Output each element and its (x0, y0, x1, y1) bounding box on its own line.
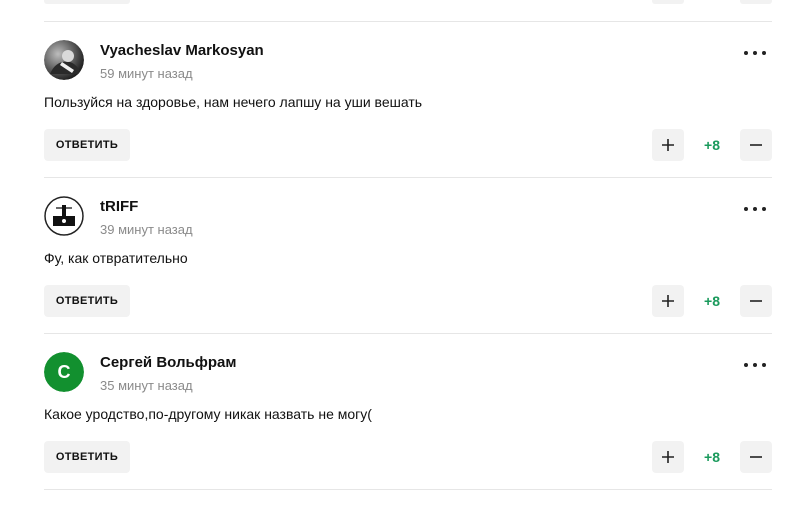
previous-reply-button[interactable] (44, 0, 130, 4)
avatar-letter: С (44, 352, 84, 392)
comment-text: Пользуйся на здоровье, нам нечего лапшу … (44, 94, 423, 110)
more-dots-icon[interactable] (744, 48, 766, 58)
minus-icon (750, 300, 762, 302)
comment-divider (44, 489, 772, 490)
plus-icon (662, 139, 674, 151)
minus-icon (750, 456, 762, 458)
comment-item: С Сергей Вольфрам 35 минут назад Какое у… (44, 334, 772, 489)
reply-button[interactable]: ОТВЕТИТЬ (44, 285, 130, 317)
avatar[interactable] (44, 40, 84, 80)
vote-minus-button[interactable] (740, 441, 772, 473)
minus-icon (750, 144, 762, 146)
avatar[interactable] (44, 196, 84, 236)
vote-score: +8 (704, 293, 720, 309)
comment-text: Какое уродство,по-другому никак назвать … (44, 406, 372, 422)
reply-button[interactable]: ОТВЕТИТЬ (44, 441, 130, 473)
comment-author[interactable]: tRIFF (100, 198, 138, 215)
plus-icon (662, 451, 674, 463)
comment-time: 59 минут назад (100, 66, 193, 81)
previous-comment-controls (44, 0, 772, 22)
vote-plus-button[interactable] (652, 441, 684, 473)
previous-vote-plus-button[interactable] (652, 0, 684, 4)
previous-vote-minus-button[interactable] (740, 0, 772, 4)
vote-minus-button[interactable] (740, 285, 772, 317)
comment-item: tRIFF 39 минут назад Фу, как отвратитель… (44, 178, 772, 333)
vote-plus-button[interactable] (652, 285, 684, 317)
vote-plus-button[interactable] (652, 129, 684, 161)
logo-avatar-icon (44, 196, 84, 236)
comment-time: 35 минут назад (100, 378, 193, 393)
comment-item: Vyacheslav Markosyan 59 минут назад Поль… (44, 22, 772, 177)
comment-author[interactable]: Сергей Вольфрам (100, 354, 236, 371)
comment-text: Фу, как отвратительно (44, 250, 188, 266)
vote-score: +8 (704, 137, 720, 153)
avatar[interactable]: С (44, 352, 84, 392)
more-dots-icon[interactable] (744, 360, 766, 370)
comment-author[interactable]: Vyacheslav Markosyan (100, 42, 264, 59)
reply-button[interactable]: ОТВЕТИТЬ (44, 129, 130, 161)
comment-time: 39 минут назад (100, 222, 193, 237)
vote-minus-button[interactable] (740, 129, 772, 161)
user-photo-icon (44, 40, 84, 80)
comments-feed: Vyacheslav Markosyan 59 минут назад Поль… (0, 0, 809, 505)
more-dots-icon[interactable] (744, 204, 766, 214)
vote-score: +8 (704, 449, 720, 465)
plus-icon (662, 295, 674, 307)
